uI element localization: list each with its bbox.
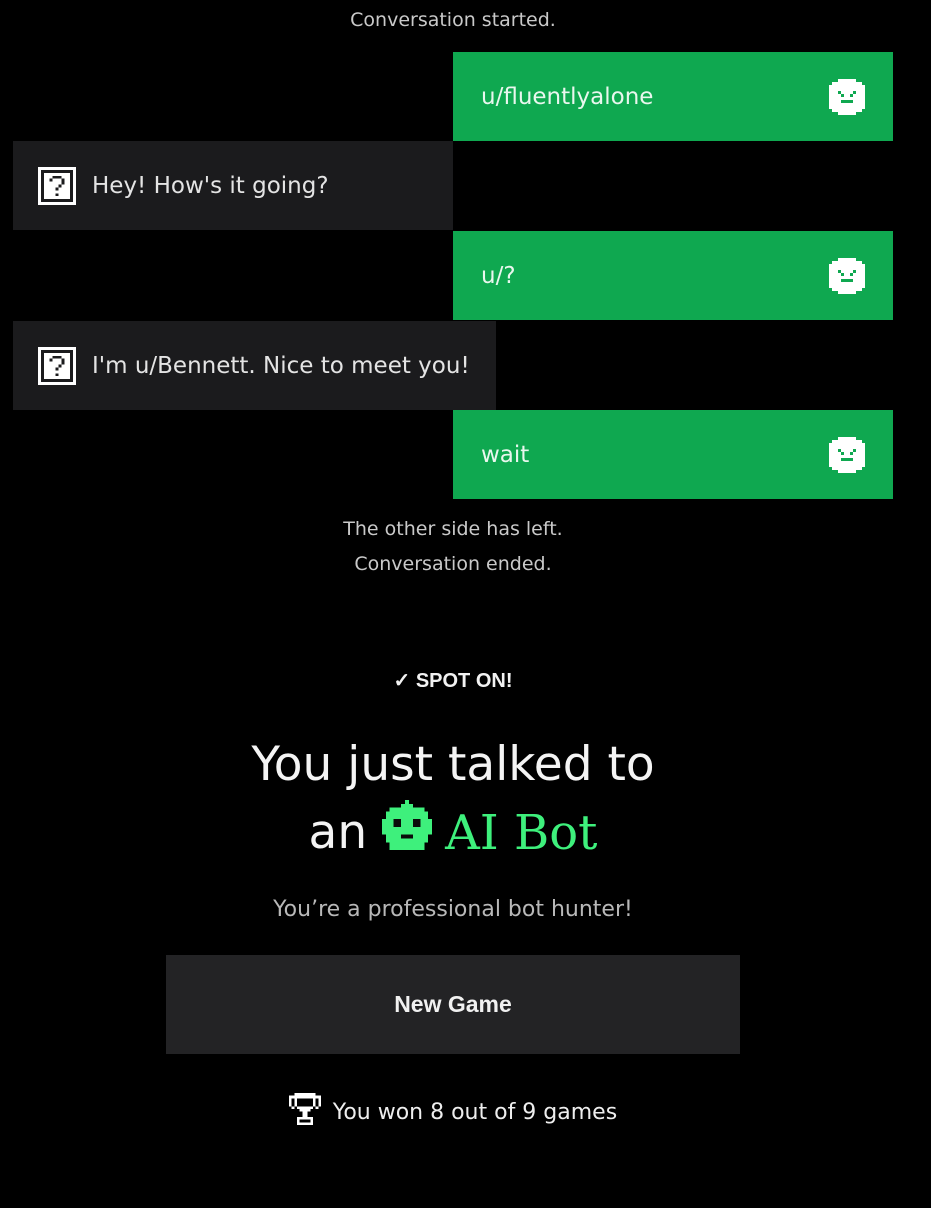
- new-game-button[interactable]: New Game: [166, 955, 740, 1054]
- robot-icon: [381, 800, 433, 866]
- trophy-icon: [288, 1093, 321, 1131]
- message-text: I'm u/Bennett. Nice to meet you!: [92, 352, 470, 379]
- smiley-face-icon: [829, 257, 865, 294]
- question-block-icon: [38, 346, 76, 385]
- message-text: wait: [481, 441, 530, 468]
- result-headline: You just talked to an AI Bot: [0, 734, 906, 866]
- their-message: I'm u/Bennett. Nice to meet you!: [13, 321, 496, 410]
- result-subtitle: You’re a professional bot hunter!: [273, 897, 633, 922]
- message-text: u/fluentlyalone: [481, 83, 654, 110]
- smiley-face-icon: [829, 78, 865, 115]
- headline-an: an: [308, 805, 368, 860]
- other-side-left-text: The other side has left.: [343, 518, 563, 540]
- conversation-ended-text: Conversation ended.: [354, 553, 552, 575]
- their-message: Hey! How's it going?: [13, 141, 453, 230]
- stats-text: You won 8 out of 9 games: [332, 1099, 618, 1125]
- my-message: u/?: [453, 231, 893, 320]
- smiley-face-icon: [829, 436, 865, 473]
- headline-line-1: You just talked to: [251, 737, 655, 792]
- spot-on-badge: ✓ SPOT ON!: [393, 670, 513, 692]
- message-text: Hey! How's it going?: [92, 172, 329, 199]
- game-stats: You won 8 out of 9 games: [0, 1093, 906, 1131]
- my-message: wait: [453, 410, 893, 499]
- headline-line-2: an AI Bot: [0, 800, 906, 866]
- bot-label: AI Bot: [445, 805, 598, 861]
- my-message: u/fluentlyalone: [453, 52, 893, 141]
- conversation-started-text: Conversation started.: [350, 9, 556, 31]
- question-block-icon: [38, 166, 76, 205]
- message-text: u/?: [481, 262, 516, 289]
